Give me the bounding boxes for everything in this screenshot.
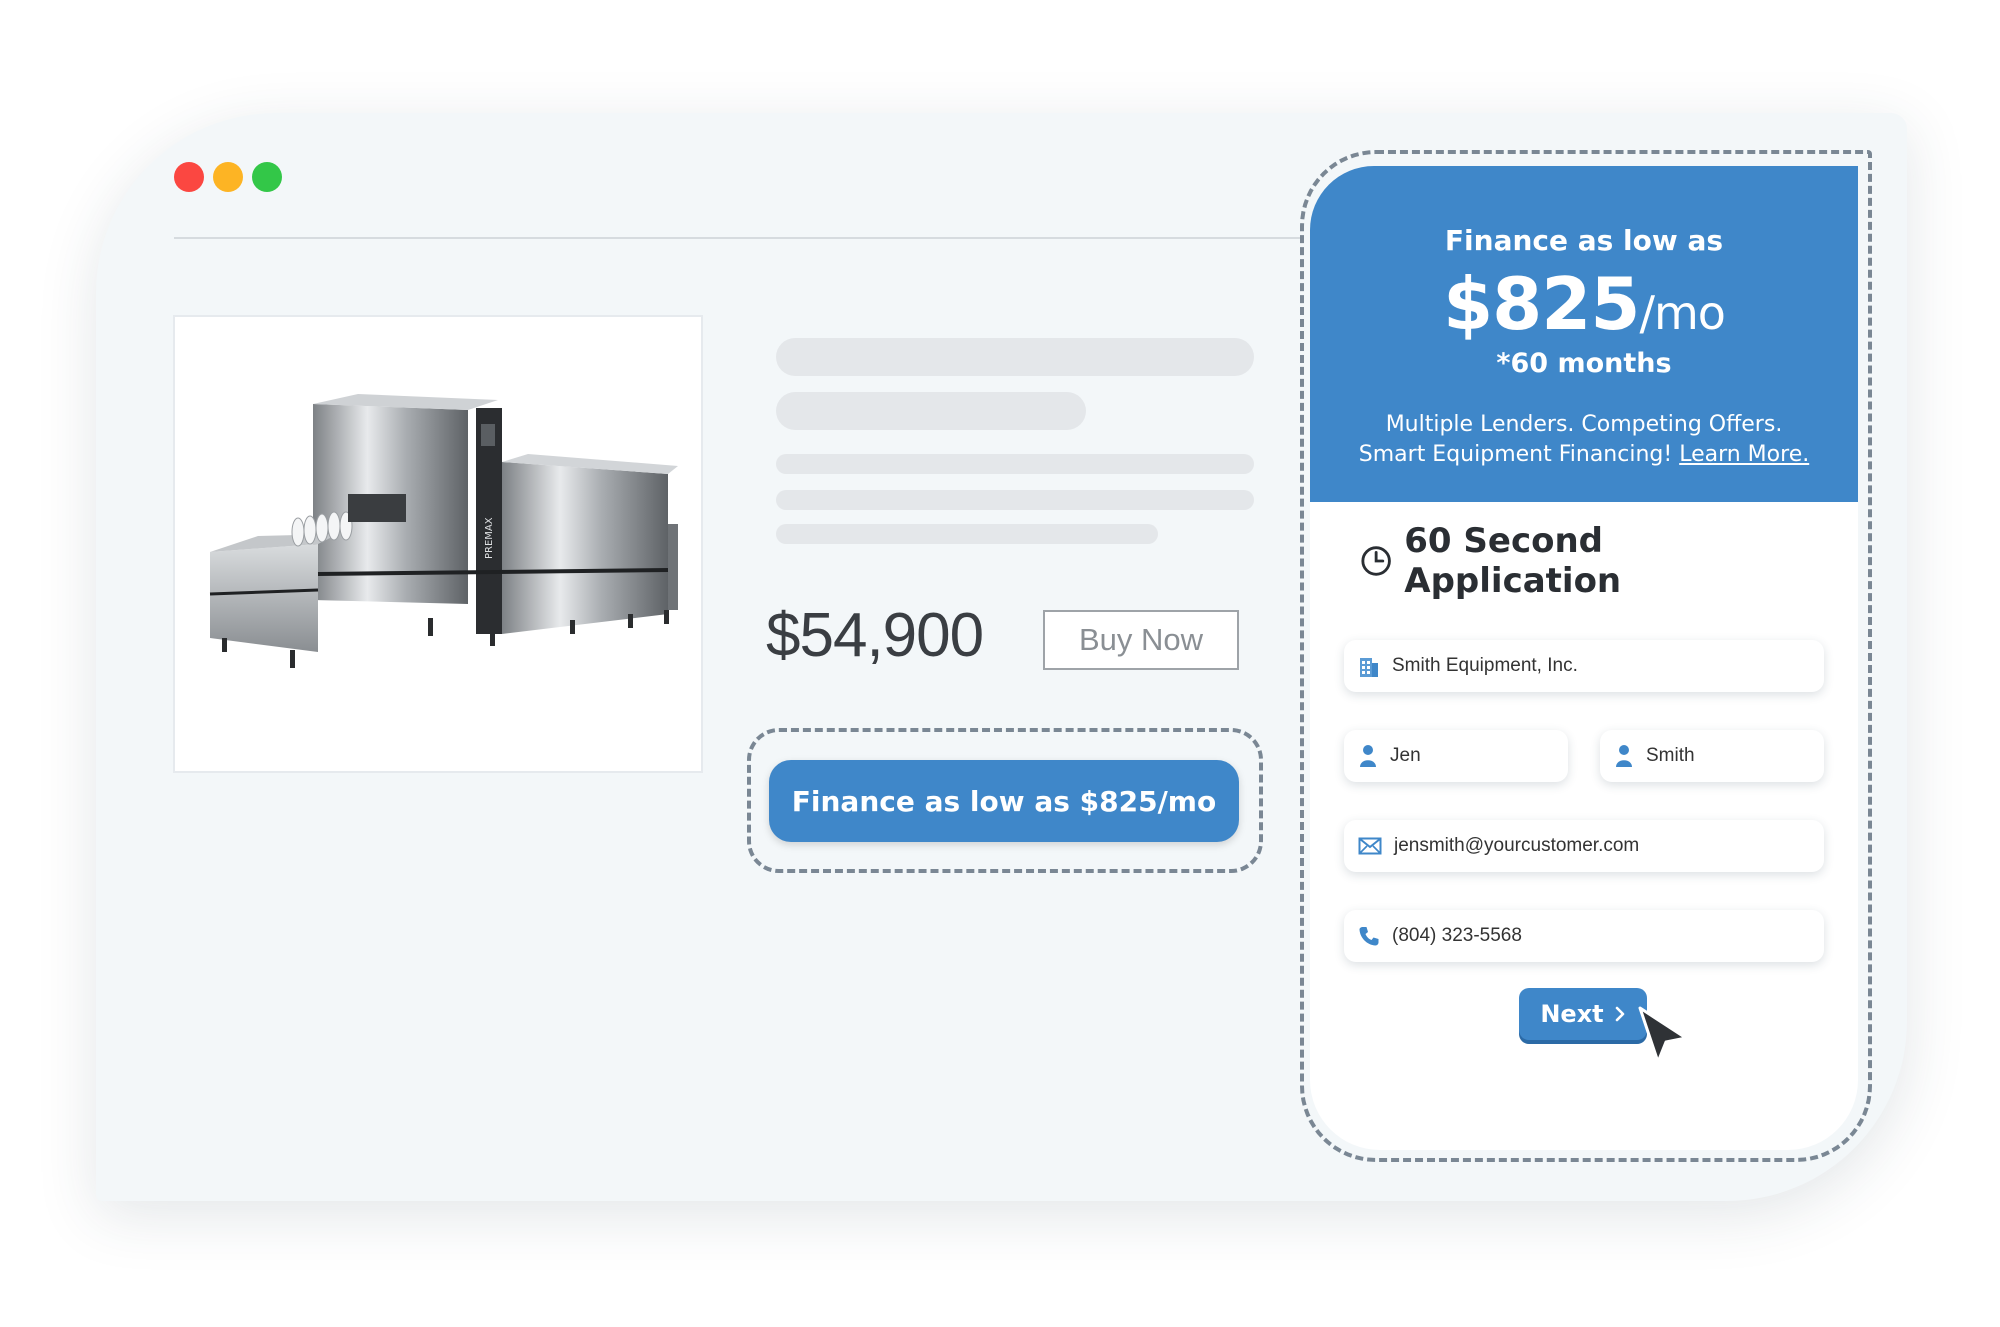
close-button[interactable] [174,162,204,192]
mouse-pointer-icon [1638,1006,1688,1064]
buy-now-button[interactable]: Buy Now [1043,610,1239,670]
phone-value: (804) 323-5568 [1392,925,1522,946]
building-icon [1360,658,1378,677]
product-price: $54,900 [766,601,984,670]
zoom-button[interactable] [252,162,282,192]
description-placeholder-3 [776,524,1158,544]
person-icon [1360,745,1376,767]
company-field[interactable]: Smith Equipment, Inc. [1344,640,1824,692]
phone-icon [1359,927,1379,946]
chevron-right-icon [1615,1006,1624,1022]
minimize-button[interactable] [213,162,243,192]
email-field[interactable]: jensmith@yourcustomer.com [1344,820,1824,872]
application-title-text: 60 Second Application [1404,521,1622,601]
finance-cta-button[interactable]: Finance as low as $825/mo [769,760,1239,842]
last-name-field[interactable]: Smith [1600,730,1824,782]
brand-label: PREMAX [484,517,495,559]
person-icon [1616,745,1632,767]
next-button[interactable]: Next [1519,988,1647,1040]
subtitle-placeholder [776,392,1086,430]
title-placeholder [776,338,1254,376]
description-placeholder-1 [776,454,1254,474]
company-value: Smith Equipment, Inc. [1392,655,1578,676]
address-bar-divider [174,237,1304,239]
next-button-label: Next [1540,1000,1604,1028]
description-placeholder-2 [776,490,1254,510]
envelope-icon [1358,837,1382,855]
email-value: jensmith@yourcustomer.com [1394,835,1640,856]
application-title: 60 Second Application [1360,521,1810,601]
phone-field[interactable]: (804) 323-5568 [1344,910,1824,962]
dishwasher-illustration: PREMAX [209,394,678,668]
first-name-field[interactable]: Jen [1344,730,1568,782]
last-name-value: Smith [1646,745,1695,766]
clock-icon [1361,546,1391,576]
product-image: PREMAX [173,315,703,773]
first-name-value: Jen [1390,745,1421,766]
